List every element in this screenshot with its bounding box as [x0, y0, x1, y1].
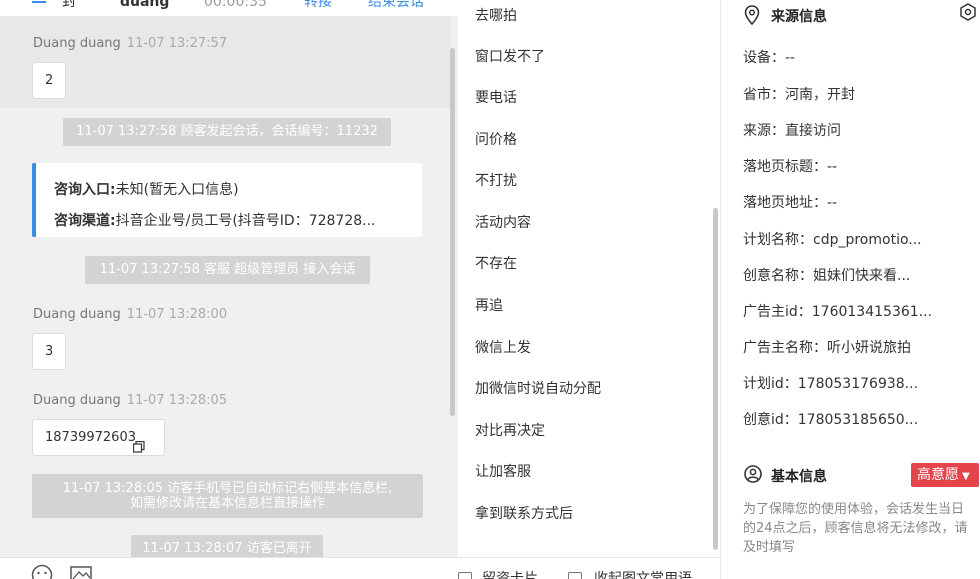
message-header: Duang duang 11-07 13:27:57: [33, 36, 227, 51]
session-timer: 00:00:35: [204, 0, 267, 10]
sender-name: Duang duang: [33, 393, 121, 408]
info-field-region: 省市：河南，开封: [743, 87, 855, 103]
lead-card-button[interactable]: 留资卡片: [482, 568, 538, 579]
chat-toolbar: [0, 557, 458, 579]
quick-reply-item[interactable]: 加微信时说自动分配: [475, 378, 601, 398]
user-circle-icon: [744, 465, 762, 487]
chat-workspace: 封 duang 00:00:35 转接 结束会话 Duang duang 11-0…: [0, 0, 980, 579]
info-field-landing-title: 落地页标题：--: [743, 159, 838, 175]
message-header: Duang duang 11-07 13:28:05: [33, 393, 227, 408]
quick-reply-item[interactable]: 问价格: [475, 129, 517, 149]
visitor-name-fragment: duang: [120, 0, 170, 10]
quick-reply-scrollbar[interactable]: [713, 208, 718, 550]
source-info-title: 来源信息: [771, 9, 827, 25]
info-field-advertiser-name: 广告主名称：听小妍说旅拍: [743, 340, 911, 356]
edit-notice: 为了保障您的使用体验，会话发生当日的24点之后，顾客信息将无法修改，请及时填写: [743, 502, 968, 555]
quick-reply-item[interactable]: 要电话: [475, 87, 517, 107]
intent-level-dropdown[interactable]: 高意愿 ▼: [911, 463, 979, 487]
consult-info-card: 咨询入口:未知(暂无入口信息) 咨询渠道:抖音企业号/员工号(抖音号ID：728…: [32, 163, 422, 237]
system-message: 11-07 13:27:58 顾客发起会话，会话编号：11232: [63, 118, 391, 146]
message-bubble: 2: [32, 62, 67, 99]
chat-panel: 封 duang 00:00:35 转接 结束会话 Duang duang 11-0…: [0, 0, 458, 557]
chat-scrollbar[interactable]: [450, 48, 455, 416]
message-header: Duang duang 11-07 13:28:00: [33, 307, 227, 322]
sender-name: Duang duang: [33, 36, 121, 51]
message-time: 11-07 13:28:05: [126, 393, 228, 408]
settings-icon[interactable]: [959, 3, 977, 25]
system-message: 11-07 13:28:07 访客已离开: [131, 535, 323, 557]
info-field-plan-name: 计划名称：cdp_promotio...: [743, 232, 922, 248]
info-field-plan-id: 计划id：178053176938...: [743, 376, 919, 392]
info-field-device: 设备：--: [743, 50, 796, 66]
consult-entry-row: 咨询入口:未知(暂无入口信息): [54, 182, 239, 198]
info-field-source: 来源：直接访问: [743, 123, 841, 139]
collapse-icon[interactable]: [32, 1, 46, 3]
info-field-advertiser-id: 广告主id：176013415361...: [743, 304, 933, 320]
info-field-landing-url: 落地页地址：--: [743, 195, 838, 211]
message-time: 11-07 13:28:00: [126, 307, 228, 322]
collapse-replies-button[interactable]: 收起图文常用语: [594, 568, 692, 579]
quick-reply-item[interactable]: 窗口发不了: [475, 46, 545, 66]
collapse-replies-icon[interactable]: [568, 572, 582, 579]
image-icon[interactable]: [70, 566, 92, 579]
message-bubble: 3: [32, 333, 67, 370]
quick-reply-item[interactable]: 拿到联系方式后: [475, 503, 573, 523]
location-pin-icon: [744, 5, 760, 29]
sender-name: Duang duang: [33, 307, 121, 322]
message-highlight: [0, 16, 450, 108]
emoji-icon[interactable]: [31, 564, 53, 579]
chevron-down-icon: ▼: [962, 471, 970, 482]
info-field-creative-name: 创意名称：姐妹们快来看...: [743, 268, 911, 284]
phone-message-bubble: 18739972603: [32, 419, 165, 456]
consult-channel-row: 咨询渠道:抖音企业号/员工号(抖音号ID：728728...: [54, 213, 376, 229]
phone-number: 18739972603: [45, 430, 136, 445]
copy-icon[interactable]: [132, 432, 145, 467]
visitor-city-fragment: 封: [62, 0, 76, 10]
message-time: 11-07 13:27:57: [126, 36, 228, 51]
info-field-creative-id: 创意id：178053185650...: [743, 412, 919, 428]
quick-reply-item[interactable]: 让加客服: [475, 461, 531, 481]
system-message: 11-07 13:28:05 访客手机号已自动标记右侧基本信息栏, 如需修改请在…: [32, 474, 423, 518]
lead-card-icon[interactable]: [458, 572, 472, 579]
quick-reply-item[interactable]: 不打扰: [475, 170, 517, 190]
quick-reply-panel: 去哪拍 窗口发不了 要电话 问价格 不打扰 活动内容 不存在 再追 微信上发 加…: [458, 0, 720, 557]
intent-level-label: 高意愿: [917, 467, 959, 483]
quick-reply-item[interactable]: 活动内容: [475, 212, 531, 232]
quick-reply-item[interactable]: 去哪拍: [475, 5, 517, 25]
quick-reply-item[interactable]: 不存在: [475, 253, 517, 273]
transfer-button[interactable]: 转接: [304, 0, 332, 16]
visitor-info-panel: 来源信息 设备：-- 省市：河南，开封 来源：直接访问 落地页标题：-- 落地页…: [721, 0, 980, 579]
quick-reply-item[interactable]: 对比再决定: [475, 420, 545, 440]
end-session-button[interactable]: 结束会话: [368, 0, 424, 16]
basic-info-title: 基本信息: [771, 469, 827, 485]
system-message: 11-07 13:27:58 客服 超级管理员 接入会话: [85, 256, 370, 284]
quick-reply-item[interactable]: 再追: [475, 295, 503, 315]
quick-reply-toolbar: 留资卡片 收起图文常用语: [458, 557, 720, 579]
session-header: 封 duang 00:00:35 转接 结束会话: [0, 0, 458, 16]
quick-reply-item[interactable]: 微信上发: [475, 337, 531, 357]
